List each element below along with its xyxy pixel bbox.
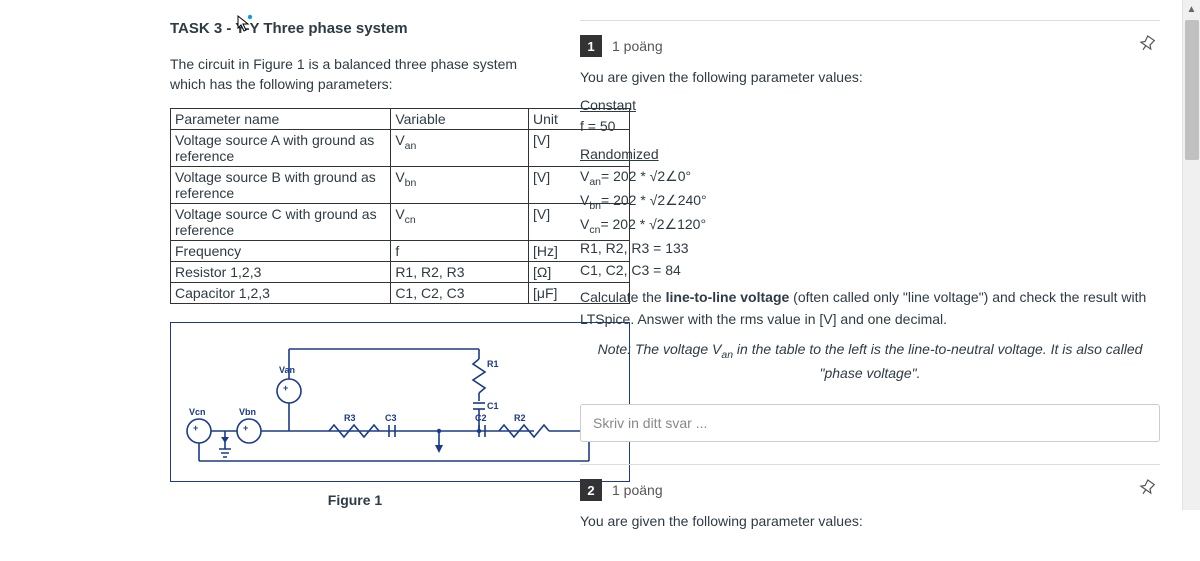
schematic-label-van: Van [279, 365, 295, 375]
pin-icon[interactable] [1138, 479, 1156, 497]
svg-text:+: + [243, 423, 248, 433]
question-intro: You are given the following parameter va… [580, 511, 1160, 533]
constant-label: Constant [580, 97, 636, 113]
schematic-label-c3: C3 [385, 413, 397, 423]
parameter-table: Parameter name Variable Unit Voltage sou… [170, 108, 630, 304]
randomized-label: Randomized [580, 146, 659, 162]
task-title: TASK 3 - Y-Y Three phase system [170, 20, 540, 37]
scroll-thumb[interactable] [1185, 20, 1199, 160]
question-note: Note: The voltage Van in the table to th… [580, 339, 1160, 385]
vertical-scrollbar[interactable]: ▲ [1182, 0, 1200, 510]
table-row: Voltage source C with ground as referenc… [171, 204, 630, 241]
circuit-figure: Van + Vbn + Vcn + [170, 322, 630, 482]
schematic-label-c1: C1 [487, 401, 499, 411]
svg-text:+: + [283, 383, 288, 393]
table-row: Resistor 1,2,3 R1, R2, R3 [Ω] [171, 262, 630, 283]
schematic-label-r2: R2 [514, 413, 526, 423]
pin-icon[interactable] [1138, 35, 1156, 53]
svg-text:+: + [193, 423, 198, 433]
van-line: Van= 202 * √2∠0° [580, 168, 691, 184]
constant-value: f = 50 [580, 118, 615, 134]
answer-input[interactable] [580, 404, 1160, 442]
figure-caption: Figure 1 [170, 492, 540, 508]
vbn-line: Vbn= 202 * √2∠240° [580, 192, 707, 208]
schematic-label-c2: C2 [475, 413, 487, 423]
c-line: C1, C2, C3 = 84 [580, 262, 681, 278]
schematic-label-r3: R3 [344, 413, 356, 423]
question-2: 2 1 poäng You are given the following pa… [580, 464, 1160, 561]
task-intro: The circuit in Figure 1 is a balanced th… [170, 55, 540, 94]
question-1: 1 1 poäng You are given the following pa… [580, 20, 1160, 464]
question-points: 1 poäng [612, 38, 663, 54]
task-description-panel: TASK 3 - Y-Y Three phase system The circ… [0, 20, 540, 510]
question-intro: You are given the following parameter va… [580, 67, 1160, 89]
schematic-label-vcn: Vcn [189, 407, 206, 417]
calculation-prompt: Calculate the line-to-line voltage (ofte… [580, 287, 1160, 330]
question-number: 2 [580, 479, 602, 501]
question-points: 1 poäng [612, 482, 663, 498]
vcn-line: Vcn= 202 * √2∠120° [580, 216, 706, 232]
col-header-var: Variable [391, 109, 529, 130]
schematic-label-r1: R1 [487, 359, 499, 369]
col-header-name: Parameter name [171, 109, 391, 130]
table-row: Capacitor 1,2,3 C1, C2, C3 [μF] [171, 283, 630, 304]
schematic-label-vbn: Vbn [239, 407, 256, 417]
question-number: 1 [580, 35, 602, 57]
table-row: Voltage source A with ground as referenc… [171, 130, 630, 167]
scroll-up-icon[interactable]: ▲ [1183, 0, 1200, 18]
table-row: Voltage source B with ground as referenc… [171, 167, 630, 204]
questions-panel: 1 1 poäng You are given the following pa… [580, 20, 1182, 510]
table-row: Frequency f [Hz] [171, 241, 630, 262]
r-line: R1, R2, R3 = 133 [580, 240, 689, 256]
